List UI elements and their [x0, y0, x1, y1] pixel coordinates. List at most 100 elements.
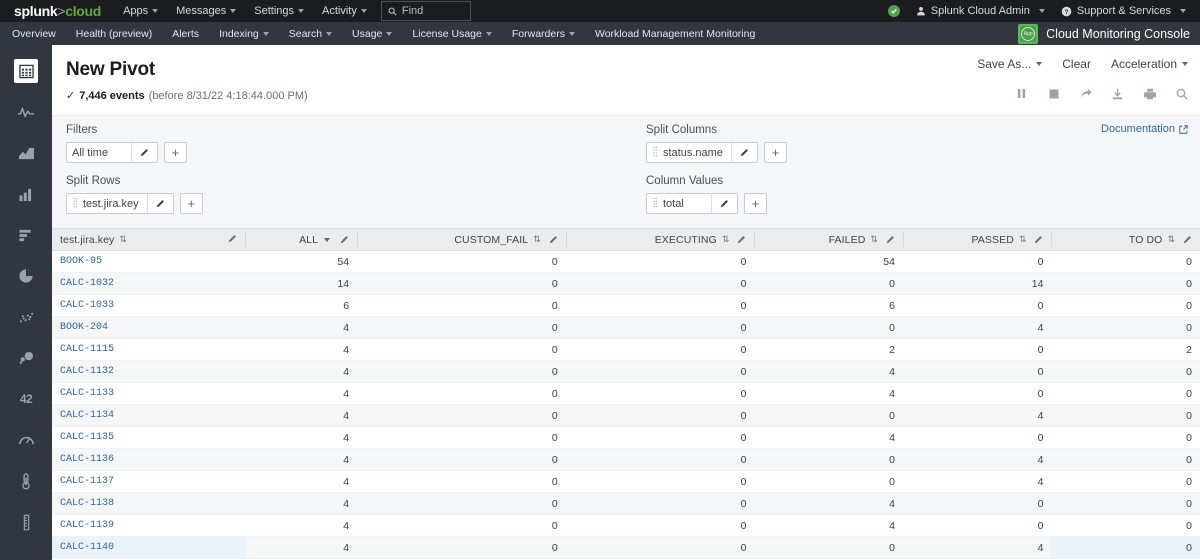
app-nav-usage[interactable]: Usage [352, 28, 393, 40]
single-value-icon[interactable]: 42 [14, 387, 38, 411]
cell-test-jira-key[interactable]: CALC-1139 [52, 514, 245, 537]
check-circle-icon[interactable] [887, 5, 900, 17]
sort-icon[interactable]: ⇅ [722, 235, 730, 244]
cell-custom-fail[interactable]: 0 [357, 250, 566, 273]
cell-test-jira-key[interactable]: BOOK-204 [52, 316, 245, 339]
cell-custom-fail[interactable]: 0 [357, 448, 566, 471]
cell-passed[interactable]: 0 [902, 514, 1052, 537]
pencil-icon[interactable] [228, 234, 237, 243]
table-row[interactable]: CALC-1033 6 0 0 6 0 0 [52, 294, 1200, 317]
find-input[interactable]: Find [380, 1, 471, 21]
cell-test-jira-key[interactable]: CALC-1135 [52, 426, 245, 449]
col-header-test-jira-key[interactable]: test.jira.key ⇅ [52, 228, 245, 251]
pencil-icon[interactable] [1034, 235, 1043, 244]
cell-custom-fail[interactable]: 0 [357, 316, 566, 339]
cell-all[interactable]: 4 [244, 514, 358, 537]
cell-failed[interactable]: 0 [754, 272, 903, 295]
cell-test-jira-key[interactable]: BOOK-95 [52, 250, 245, 273]
scatter-chart-icon[interactable] [14, 305, 38, 329]
cell-all[interactable]: 4 [244, 338, 358, 361]
cell-test-jira-key[interactable]: CALC-1115 [52, 338, 245, 361]
cell-test-jira-key[interactable]: CALC-1134 [52, 404, 245, 427]
add-column-value-button[interactable]: + [744, 193, 767, 214]
cell-all[interactable]: 54 [244, 250, 358, 273]
cell-to-do[interactable]: 0 [1051, 294, 1200, 317]
cell-passed[interactable]: 4 [902, 470, 1052, 493]
line-chart-icon[interactable] [14, 100, 38, 124]
cell-passed[interactable]: 0 [902, 294, 1052, 317]
cell-custom-fail[interactable]: 0 [357, 470, 566, 493]
cell-to-do[interactable]: 0 [1051, 316, 1200, 339]
cell-executing[interactable]: 0 [565, 382, 755, 405]
cell-executing[interactable]: 0 [565, 404, 755, 427]
cell-to-do[interactable]: 0 [1051, 382, 1200, 405]
support-menu[interactable]: ? Support & Services [1061, 5, 1186, 17]
cell-passed[interactable]: 0 [902, 492, 1052, 515]
pencil-icon[interactable] [711, 194, 737, 213]
documentation-link[interactable]: Documentation [1101, 123, 1188, 135]
filler-gauge-icon[interactable] [14, 510, 38, 534]
sort-icon[interactable]: ⇅ [1167, 235, 1175, 244]
table-row[interactable]: CALC-1032 14 0 0 0 14 0 [52, 272, 1200, 295]
cell-passed[interactable]: 0 [902, 338, 1052, 361]
app-nav-health[interactable]: Health (preview) [76, 28, 152, 40]
cell-failed[interactable]: 4 [754, 360, 903, 383]
cell-custom-fail[interactable]: 0 [357, 514, 566, 537]
cell-failed[interactable]: 0 [754, 448, 903, 471]
cell-all[interactable]: 4 [244, 470, 358, 493]
cell-all[interactable]: 4 [244, 448, 358, 471]
col-header-failed[interactable]: FAILED ⇅ [754, 228, 903, 251]
clear-button[interactable]: Clear [1062, 57, 1091, 71]
table-grid-icon[interactable] [14, 59, 38, 83]
cell-all[interactable]: 4 [244, 492, 358, 515]
table-row[interactable]: CALC-1137 4 0 0 0 4 0 [52, 470, 1200, 493]
export-icon[interactable] [1111, 87, 1124, 100]
drag-handle-icon[interactable] [67, 197, 78, 210]
cell-failed[interactable]: 4 [754, 426, 903, 449]
add-split-column-button[interactable]: + [763, 142, 787, 163]
cell-test-jira-key[interactable]: CALC-1140 [52, 536, 245, 559]
sort-icon[interactable]: ⇅ [1019, 235, 1027, 244]
cell-to-do[interactable]: 0 [1051, 514, 1200, 537]
cell-custom-fail[interactable]: 0 [357, 404, 566, 427]
cell-failed[interactable]: 4 [754, 514, 903, 537]
cell-test-jira-key[interactable]: CALC-1136 [52, 448, 245, 471]
cell-all[interactable]: 4 [244, 536, 358, 559]
table-row[interactable]: CALC-1138 4 0 0 4 0 0 [52, 492, 1200, 515]
app-nav-workload-management-monitoring[interactable]: Workload Management Monitoring [595, 28, 755, 40]
cell-custom-fail[interactable]: 0 [357, 338, 566, 361]
table-row[interactable]: CALC-1133 4 0 0 4 0 0 [52, 382, 1200, 405]
top-nav-activity[interactable]: Activity [322, 5, 367, 17]
table-row[interactable]: CALC-1115 4 0 0 2 0 2 [52, 338, 1200, 361]
app-nav-search[interactable]: Search [289, 28, 333, 40]
cell-custom-fail[interactable]: 0 [357, 426, 566, 449]
cell-to-do[interactable]: 0 [1051, 492, 1200, 515]
cell-failed[interactable]: 0 [754, 536, 903, 559]
split-row-pill-test-jira-key[interactable]: test.jira.key [66, 193, 174, 214]
user-menu[interactable]: Splunk Cloud Admin [916, 5, 1045, 17]
pencil-icon[interactable] [1183, 235, 1192, 244]
search-icon[interactable] [1175, 87, 1188, 100]
cell-all[interactable]: 4 [244, 404, 358, 427]
col-header-passed[interactable]: PASSED ⇅ [902, 228, 1052, 251]
drag-handle-icon[interactable] [647, 197, 658, 210]
acceleration-button[interactable]: Acceleration [1111, 57, 1188, 71]
pencil-icon[interactable] [146, 194, 173, 213]
cell-failed[interactable]: 0 [754, 316, 903, 339]
cell-passed[interactable]: 4 [902, 536, 1052, 559]
cell-to-do[interactable]: 2 [1051, 338, 1200, 361]
bar-chart-icon[interactable] [14, 223, 38, 247]
cell-to-do[interactable]: 0 [1051, 448, 1200, 471]
cell-executing[interactable]: 0 [565, 448, 755, 471]
cell-failed[interactable]: 54 [754, 250, 903, 273]
drag-handle-icon[interactable] [647, 146, 658, 159]
cell-executing[interactable]: 0 [565, 316, 755, 339]
filter-pill-all-time[interactable]: All time [66, 142, 158, 163]
pencil-icon[interactable] [131, 143, 157, 162]
cell-passed[interactable]: 0 [902, 250, 1052, 273]
add-filter-button[interactable]: + [164, 142, 187, 163]
cell-passed[interactable]: 0 [902, 360, 1052, 383]
cell-failed[interactable]: 0 [754, 470, 903, 493]
cell-failed[interactable]: 6 [754, 294, 903, 317]
cell-executing[interactable]: 0 [565, 272, 755, 295]
